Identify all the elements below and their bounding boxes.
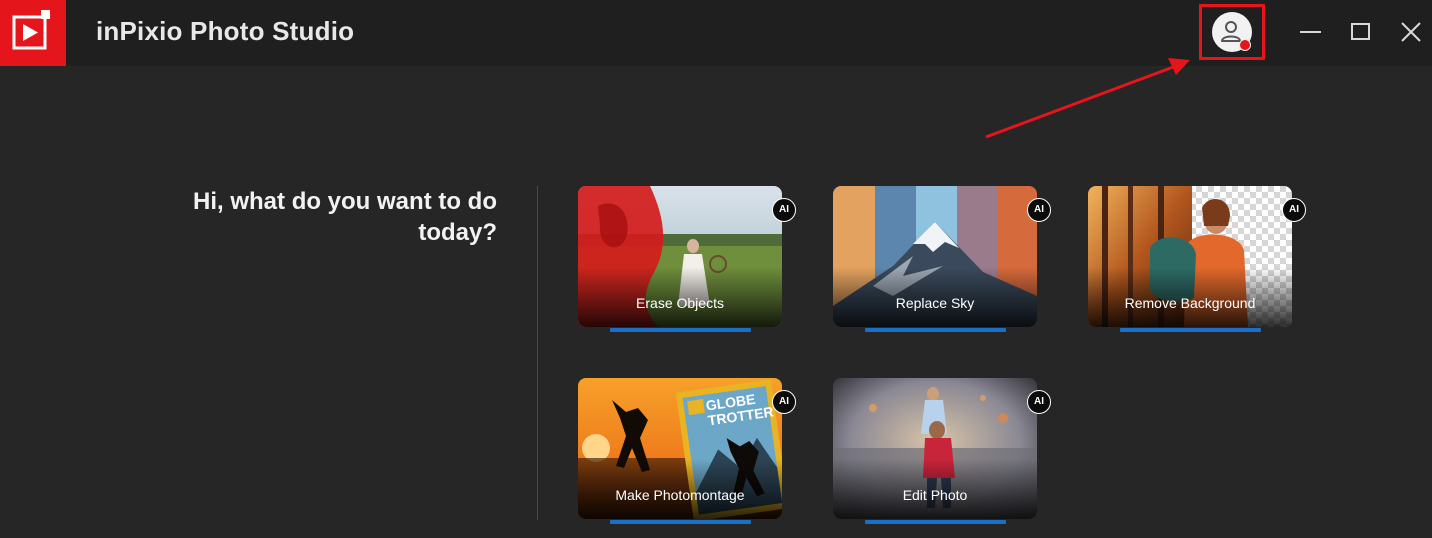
- card-make-photomontage[interactable]: GLOBE TROTTER Make Photomontage: [578, 378, 782, 519]
- card-remove-background-wrapper: Remove Background AI: [1088, 186, 1306, 331]
- card-underline: [610, 520, 751, 524]
- card-label: Replace Sky: [895, 295, 975, 311]
- ai-badge: AI: [1027, 390, 1051, 414]
- card-underline: [865, 520, 1006, 524]
- card-remove-background[interactable]: Remove Background: [1088, 186, 1292, 327]
- ai-badge: AI: [1027, 198, 1051, 222]
- card-replace-sky-wrapper: Replace Sky AI: [833, 186, 1051, 331]
- ai-badge: AI: [772, 198, 796, 222]
- ai-badge: AI: [1282, 198, 1306, 222]
- card-erase-objects[interactable]: Erase Objects: [578, 186, 782, 327]
- card-label: Remove Background: [1124, 295, 1256, 311]
- card-edit-photo-wrapper: Edit Photo AI: [833, 378, 1051, 523]
- card-underline: [865, 328, 1006, 332]
- card-erase-objects-wrapper: Erase Objects AI: [578, 186, 796, 331]
- card-underline: [610, 328, 751, 332]
- card-underline: [1120, 328, 1261, 332]
- ai-badge: AI: [772, 390, 796, 414]
- greeting-heading: Hi, what do you want to do today?: [193, 188, 497, 246]
- card-label: Erase Objects: [636, 295, 724, 311]
- card-replace-sky[interactable]: Replace Sky: [833, 186, 1037, 327]
- card-label: Make Photomontage: [615, 487, 745, 503]
- card-make-photomontage-wrapper: GLOBE TROTTER Make Photomontage AI: [578, 378, 796, 523]
- card-label: Edit Photo: [902, 487, 968, 503]
- card-edit-photo[interactable]: Edit Photo: [833, 378, 1037, 519]
- vertical-divider: [537, 186, 538, 520]
